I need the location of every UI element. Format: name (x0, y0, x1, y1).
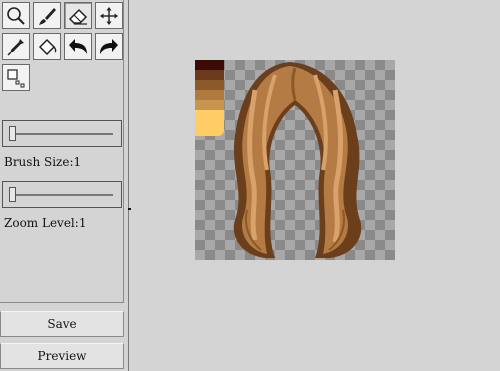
move-icon (100, 6, 118, 25)
brush-size-slider[interactable] (2, 120, 122, 147)
fill-tool-button[interactable] (33, 33, 61, 60)
brush-tool-button[interactable] (33, 2, 61, 29)
tool-panel: Brush Size:1 Zoom Level:1 (0, 0, 124, 303)
undo-button[interactable] (64, 33, 92, 60)
magnifier-icon (7, 6, 25, 25)
slider-track (9, 194, 113, 196)
select-tool-button[interactable] (2, 64, 30, 91)
redo-arrow-icon (100, 38, 118, 54)
palette-swatch[interactable] (195, 60, 224, 70)
zoom-tool-button[interactable] (2, 2, 30, 29)
save-button[interactable]: Save (0, 311, 124, 337)
slider-thumb[interactable] (9, 126, 16, 141)
palette-swatch[interactable] (195, 90, 224, 100)
selection-icon (7, 68, 25, 87)
undo-arrow-icon (69, 38, 87, 54)
palette-swatch[interactable] (195, 100, 224, 110)
palette-swatch[interactable] (195, 70, 224, 80)
eraser-tool-button[interactable] (64, 2, 92, 29)
eyedropper-tool-button[interactable] (2, 33, 30, 60)
palette-swatch[interactable] (195, 80, 224, 90)
eyedropper-icon (7, 38, 24, 56)
slider-track (9, 133, 113, 135)
palette-swatch-active[interactable] (195, 110, 224, 136)
eraser-icon (68, 8, 88, 25)
slider-thumb[interactable] (9, 187, 16, 202)
color-palette (195, 60, 224, 136)
move-tool-button[interactable] (95, 2, 123, 29)
hair-artwork (233, 62, 362, 258)
redo-button[interactable] (95, 33, 123, 60)
preview-button[interactable]: Preview (0, 343, 124, 369)
zoom-level-label: Zoom Level:1 (4, 216, 87, 230)
drawing-canvas[interactable] (195, 60, 395, 260)
brush-size-label: Brush Size:1 (4, 155, 82, 169)
brush-icon (39, 7, 56, 25)
paint-bucket-icon (38, 38, 57, 55)
panel-divider-handle[interactable] (128, 208, 131, 210)
zoom-level-slider[interactable] (2, 181, 122, 208)
